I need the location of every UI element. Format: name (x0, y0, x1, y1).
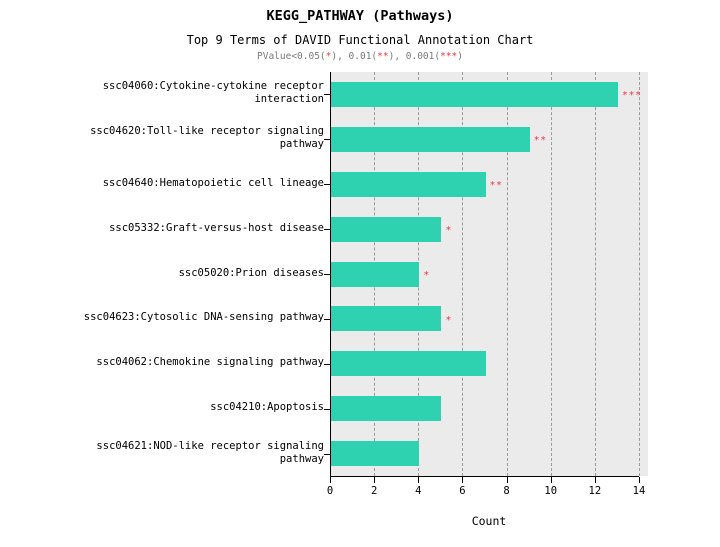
y-axis-tick (324, 409, 330, 410)
y-axis-category-label: ssc04210:Apoptosis (14, 401, 324, 414)
x-axis-line (330, 476, 639, 477)
note-text: PValue<0.05( (257, 51, 326, 62)
y-axis-tick (324, 364, 330, 365)
bar (331, 396, 442, 422)
y-axis-tick (324, 319, 330, 320)
category-label-text: ssc04620:Toll-like receptor signaling pa… (90, 125, 324, 151)
x-axis-title: Count (471, 514, 507, 528)
pvalue-legend-note: PValue<0.05(*), 0.01(**), 0.001(***) (0, 50, 720, 63)
x-axis-tick (550, 477, 552, 483)
gridline (550, 72, 552, 476)
category-label-text: ssc05332:Graft-versus-host disease (109, 221, 324, 234)
x-axis-tick (639, 477, 640, 483)
x-axis-tick (506, 477, 508, 483)
y-axis-tick (324, 274, 330, 275)
category-label-text: ssc04210:Apoptosis (210, 401, 324, 414)
y-axis-tick (324, 184, 330, 185)
x-axis-tick (330, 477, 331, 483)
x-axis-tick-label: 4 (415, 485, 422, 497)
category-label-text: ssc05020:Prion diseases (178, 266, 324, 279)
y-axis-category-label: ssc04060:Cytokine-cytokine receptor inte… (14, 80, 324, 106)
title-block: KEGG_PATHWAY (Pathways) Top 9 Terms of D… (0, 8, 720, 63)
significance-symbol: ** (377, 51, 389, 62)
significance-symbol: *** (440, 51, 458, 62)
x-axis-tick-label: 14 (632, 485, 646, 497)
y-axis-tick (324, 139, 330, 140)
y-axis-category-label: ssc04640:Hematopoietic cell lineage (14, 177, 324, 190)
y-axis-tick (324, 94, 330, 95)
y-axis-category-label: ssc04623:Cytosolic DNA-sensing pathway (14, 311, 324, 324)
x-axis-tick-label: 8 (503, 485, 510, 497)
chart-subtitle: Top 9 Terms of DAVID Functional Annotati… (186, 33, 534, 47)
note-text: ), 0.01( (331, 51, 378, 62)
x-axis-tick (374, 477, 376, 483)
note-text: ) (457, 51, 463, 62)
gridline (594, 72, 596, 476)
bar (331, 306, 442, 332)
page-title: KEGG_PATHWAY (Pathways) (266, 8, 454, 24)
category-label-text: ssc04621:NOD-like receptor signaling pat… (96, 439, 324, 465)
gridline (639, 72, 640, 476)
x-axis-tick-label: 0 (326, 485, 334, 497)
y-axis-category-label: ssc05020:Prion diseases (14, 267, 324, 280)
bar (331, 81, 618, 107)
y-axis-tick (324, 454, 330, 455)
significance-marker: ** (489, 180, 503, 192)
significance-marker: ** (533, 135, 547, 147)
x-axis-tick-label: 6 (459, 485, 466, 497)
bar (331, 441, 420, 467)
bar (331, 216, 442, 242)
category-label-text: ssc04623:Cytosolic DNA-sensing pathway (83, 311, 324, 324)
kegg-pathway-bar-chart: KEGG_PATHWAY (Pathways) Top 9 Terms of D… (0, 0, 720, 547)
y-axis-category-label: ssc05332:Graft-versus-host disease (14, 222, 324, 235)
x-axis-tick (594, 477, 596, 483)
x-axis-tick-label: 12 (588, 485, 602, 497)
x-axis-tick-label: 2 (370, 485, 378, 497)
significance-marker: * (423, 270, 430, 281)
bar (331, 261, 420, 287)
y-axis-category-label: ssc04621:NOD-like receptor signaling pat… (14, 440, 324, 466)
y-axis-category-label: ssc04062:Chemokine signaling pathway (14, 356, 324, 369)
bar (331, 126, 530, 152)
y-axis-category-label: ssc04620:Toll-like receptor signaling pa… (14, 125, 324, 151)
bar (331, 171, 486, 197)
category-label-text: ssc04060:Cytokine-cytokine receptor inte… (102, 80, 324, 106)
significance-marker: *** (621, 90, 642, 102)
note-text: ), 0.001( (388, 51, 441, 62)
x-axis-tick-label: 10 (544, 485, 558, 497)
y-axis-tick (324, 229, 330, 230)
significance-marker: * (445, 225, 452, 237)
bar (331, 351, 486, 377)
category-label-text: ssc04640:Hematopoietic cell lineage (102, 176, 324, 189)
category-label-text: ssc04062:Chemokine signaling pathway (96, 356, 324, 369)
x-axis-tick (462, 477, 464, 483)
x-axis-tick (418, 477, 420, 483)
significance-marker: * (445, 314, 452, 326)
